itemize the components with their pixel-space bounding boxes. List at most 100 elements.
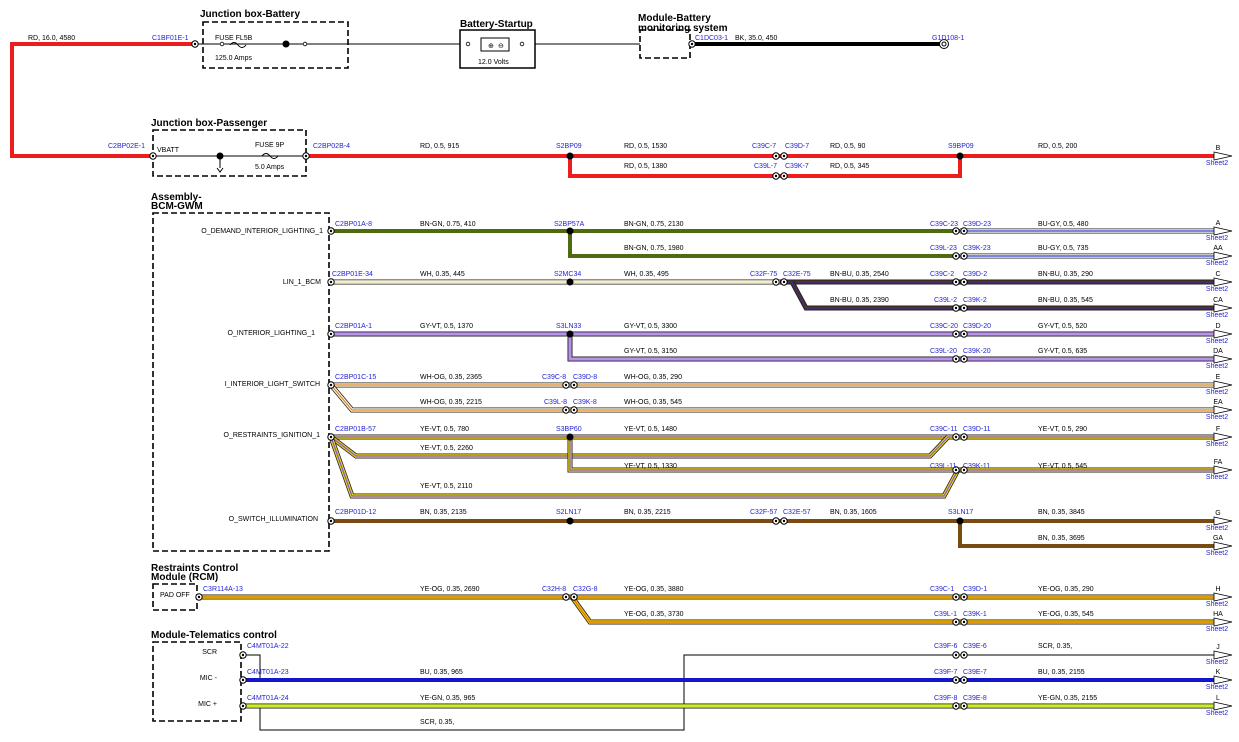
splice-dot: [956, 517, 964, 525]
wire-label: YE-OG, 0.35, 3880: [624, 586, 684, 593]
offpage-arrow: [1213, 541, 1233, 551]
wire-label: WH-OG, 0.35, 2365: [420, 374, 482, 381]
wire-outline: [789, 280, 1214, 311]
offpage-sheet: Sheet2: [1206, 626, 1228, 633]
terminal-pin: [329, 519, 333, 523]
splice-dot: [566, 227, 574, 235]
connector-label: C32G-8: [573, 586, 598, 593]
wire-label: BN, 0.35, 3695: [1038, 535, 1085, 542]
splice-dot: [566, 278, 574, 286]
battery-volts: 12.0 Volts: [478, 59, 509, 66]
wire-label: BK, 35.0, 450: [735, 35, 778, 42]
wire-label: RD, 0.5, 345: [830, 163, 869, 170]
bcm-pin-label: O_SWITCH_ILLUMINATION: [229, 516, 318, 523]
connector-label: C32E-57: [783, 509, 811, 516]
wire-label: YE-OG, 0.35, 2690: [420, 586, 480, 593]
connector-label: C39L-8: [544, 399, 567, 406]
terminal-pin: [564, 595, 568, 599]
terminal-pin: [962, 704, 966, 708]
wire-tracer: [569, 334, 1214, 360]
offpage-sheet: Sheet2: [1206, 441, 1228, 448]
offpage-arrow: [1213, 516, 1233, 526]
connector-label: C32F-57: [750, 509, 777, 516]
connector-label: C2BP01C-15: [335, 374, 376, 381]
wire-label: YE-VT, 0.5, 1330: [624, 463, 677, 470]
terminal-marks: [149, 39, 1233, 711]
wire-outline: [329, 383, 1214, 413]
wire-label: RD, 0.5, 200: [1038, 143, 1077, 150]
connector-label: C2BP01D-12: [335, 509, 376, 516]
wire: [10, 42, 195, 158]
wire-label: BN, 0.35, 3845: [1038, 509, 1085, 516]
connector-label: C39L-7: [754, 163, 777, 170]
splice-dot: [566, 517, 574, 525]
terminal-pin: [954, 678, 958, 682]
splice-dot: [566, 330, 574, 338]
connector-label: C39K-23: [963, 245, 991, 252]
wire-label: YE-GN, 0.35, 2155: [1038, 695, 1097, 702]
wires-layer: [10, 42, 1214, 731]
wire-label: SCR, 0.35,: [420, 719, 454, 726]
battery-monitor-title-2: monitoring system: [638, 23, 728, 34]
wire-label: GY-VT, 0.5, 635: [1038, 348, 1087, 355]
terminal-pin: [954, 254, 958, 258]
connector-label: C39K-7: [785, 163, 809, 170]
connector-label: C39F-7: [934, 669, 957, 676]
wire-label: WH-OG, 0.35, 290: [624, 374, 682, 381]
terminal-pin: [962, 357, 966, 361]
wire-label: YE-VT, 0.5, 1480: [624, 426, 677, 433]
terminal-pin: [329, 280, 333, 284]
terminal-pin: [193, 42, 197, 46]
offpage-letter: FA: [1214, 459, 1223, 466]
rcm-pin-label: PAD OFF: [160, 592, 190, 599]
terminal-pin: [954, 620, 958, 624]
terminal-pin: [962, 653, 966, 657]
bcm-pin-label: I_INTERIOR_LIGHT_SWITCH: [225, 381, 320, 388]
wire-label: WH, 0.35, 445: [420, 271, 465, 278]
junction-node: [219, 41, 225, 47]
offpage-sheet: Sheet2: [1206, 659, 1228, 666]
connector-label: C2BP01A-8: [335, 221, 372, 228]
battery-monitor-box: [639, 29, 691, 59]
connector-label: S9BP09: [948, 143, 974, 150]
offpage-arrow: [1213, 251, 1233, 261]
terminal-pin: [690, 42, 694, 46]
wire-outline: [567, 334, 1214, 362]
connector-label: C39L-23: [930, 245, 957, 252]
wire-label: WH, 0.35, 495: [624, 271, 669, 278]
connector-label: C39D-1: [963, 586, 987, 593]
connector-label: C39D-8: [573, 374, 597, 381]
wire-label: YE-GN, 0.35, 965: [420, 695, 475, 702]
offpage-sheet: Sheet2: [1206, 286, 1228, 293]
bcm-pin-label: LIN_1_BCM: [283, 279, 321, 286]
connector-label: C39C-7: [752, 143, 776, 150]
connector-label: S3BP60: [556, 426, 582, 433]
offpage-arrow: [1213, 675, 1233, 685]
connector-label: C39K-2: [963, 297, 987, 304]
terminal-pin: [329, 332, 333, 336]
wire-label: YE-VT, 0.5, 780: [420, 426, 469, 433]
wire-label: BN-GN, 0.75, 2130: [624, 221, 684, 228]
wire-label: YE-VT, 0.5, 545: [1038, 463, 1087, 470]
fuse-icon: [229, 42, 247, 48]
wire: [568, 334, 1214, 361]
offpage-sheet: Sheet2: [1206, 710, 1228, 717]
wire-label: BU, 0.35, 965: [420, 669, 463, 676]
connector-label: C4MT01A-22: [247, 643, 289, 650]
terminal-pin: [954, 280, 958, 284]
offpage-sheet: Sheet2: [1206, 414, 1228, 421]
telematics-pin-label: SCR: [202, 649, 217, 656]
bcm-title-2: BCM-GWM: [151, 201, 203, 212]
connector-label: S2MC34: [554, 271, 581, 278]
connector-label: C39E-8: [963, 695, 987, 702]
terminal-pin: [774, 280, 778, 284]
connector-label: C39K-8: [573, 399, 597, 406]
splice-dot: [282, 40, 290, 48]
terminal-pin: [782, 174, 786, 178]
offpage-arrow: [1213, 592, 1233, 602]
offpage-sheet: Sheet2: [1206, 550, 1228, 557]
terminal-pin: [151, 154, 155, 158]
terminal-pin: [782, 280, 786, 284]
wire-label: BU, 0.35, 2155: [1038, 669, 1085, 676]
offpage-sheet: Sheet2: [1206, 684, 1228, 691]
